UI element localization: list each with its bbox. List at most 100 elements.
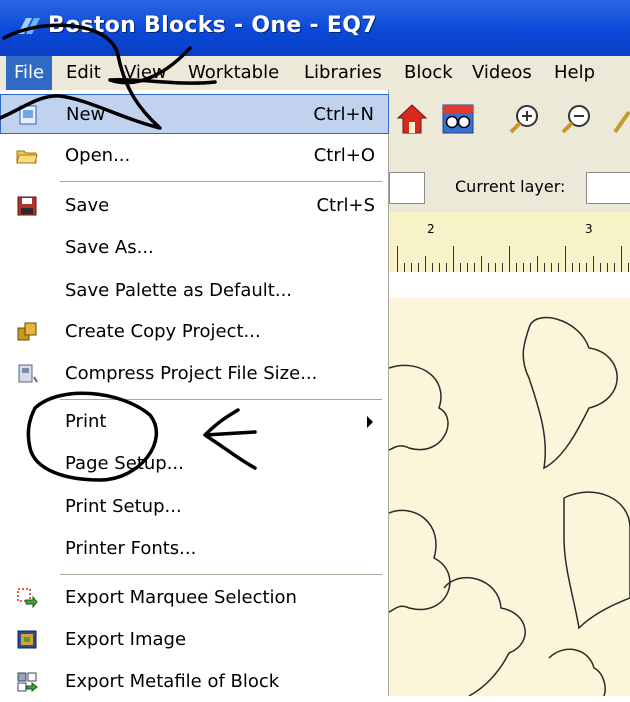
zoom-in-icon[interactable]: [507, 102, 541, 136]
heart-outline: [522, 317, 618, 470]
ruler-tick: [621, 246, 622, 272]
menu-worktable[interactable]: Worktable: [180, 56, 287, 90]
horizontal-ruler: 2 3: [389, 212, 630, 273]
menu-separator: [60, 181, 382, 182]
ruler-tick: [607, 263, 608, 272]
ruler-tick: [425, 256, 426, 272]
menu-edit[interactable]: Edit: [58, 56, 109, 90]
shortcut-label: Ctrl+N: [313, 104, 374, 125]
copy-project-icon: [17, 322, 37, 341]
toolbar: [389, 90, 630, 150]
menu-item-print[interactable]: Print: [0, 402, 389, 442]
menu-bar: File Edit View Worktable Libraries Block…: [0, 56, 630, 91]
ruler-tick: [565, 246, 566, 272]
export-image-icon: [17, 630, 37, 649]
ruler-tick: [502, 263, 503, 272]
viewer-glasses-icon[interactable]: [441, 102, 475, 136]
ruler-tick: [418, 263, 419, 272]
menu-item-create-copy-project[interactable]: Create Copy Project...: [0, 312, 389, 352]
menu-item-save-palette[interactable]: Save Palette as Default...: [0, 271, 389, 311]
app-logo-icon: [18, 18, 40, 34]
ruler-tick: [586, 263, 587, 272]
ruler-tick: [614, 263, 615, 272]
ruler-tick: [411, 263, 412, 272]
ruler-tick: [509, 246, 510, 272]
menu-item-export-metafile[interactable]: Export Metafile of Block: [0, 662, 389, 702]
menu-item-save-as[interactable]: Save As...: [0, 228, 389, 268]
layer-bar: Current layer:: [389, 150, 630, 212]
heart-outline: [548, 648, 606, 696]
export-metafile-icon: [17, 672, 38, 692]
menu-item-printer-fonts[interactable]: Printer Fonts...: [0, 529, 389, 569]
menu-item-save[interactable]: Save Ctrl+S: [0, 186, 389, 226]
menu-file[interactable]: File: [6, 56, 53, 90]
ruler-number: 2: [427, 222, 435, 236]
ruler-tick: [488, 263, 489, 272]
ruler-tick: [600, 263, 601, 272]
ruler-tick: [558, 263, 559, 272]
ruler-tick: [460, 263, 461, 272]
layer-value-field[interactable]: [389, 172, 425, 204]
menu-item-label: Export Marquee Selection: [65, 587, 297, 608]
block-worktable-canvas[interactable]: [389, 298, 630, 696]
menu-item-export-image[interactable]: Export Image: [0, 620, 389, 660]
ruler-tick: [474, 263, 475, 272]
compress-icon: [18, 364, 38, 383]
menu-item-compress-project[interactable]: Compress Project File Size...: [0, 354, 389, 394]
zoom-out-icon[interactable]: [559, 102, 593, 136]
current-layer-field[interactable]: [586, 172, 630, 204]
menu-item-new[interactable]: New Ctrl+N: [0, 94, 389, 134]
menu-item-print-setup[interactable]: Print Setup...: [0, 487, 389, 527]
ruler-tick: [579, 263, 580, 272]
shortcut-label: Ctrl+O: [313, 145, 375, 166]
menu-separator: [60, 399, 382, 400]
menu-item-label: New: [66, 104, 106, 125]
menu-item-label: Export Image: [65, 629, 187, 650]
shortcut-label: Ctrl+S: [316, 195, 375, 216]
submenu-arrow-icon: [367, 416, 373, 428]
menu-item-label: Save As...: [65, 237, 154, 258]
menu-item-page-setup[interactable]: Page Setup...: [0, 444, 389, 484]
menu-item-label: Page Setup...: [65, 453, 184, 474]
menu-view[interactable]: View: [116, 56, 175, 90]
heart-outline: [389, 509, 451, 613]
ruler-tick: [523, 263, 524, 272]
ruler-tick: [530, 263, 531, 272]
menu-item-label: Compress Project File Size...: [65, 363, 318, 384]
menu-libraries[interactable]: Libraries: [296, 56, 390, 90]
ruler-tick: [432, 263, 433, 272]
menu-item-label: Save Palette as Default...: [65, 280, 293, 301]
ruler-tick: [404, 263, 405, 272]
ruler-tick: [467, 263, 468, 272]
current-layer-label: Current layer:: [455, 177, 566, 196]
menu-block[interactable]: Block: [396, 56, 461, 90]
heart-outline: [563, 491, 630, 630]
menu-item-label: Printer Fonts...: [65, 538, 197, 559]
ruler-tick: [446, 263, 447, 272]
ruler-tick: [572, 263, 573, 272]
open-folder-icon: [16, 150, 38, 164]
menu-item-label: Create Copy Project...: [65, 321, 261, 342]
menu-item-label: Print Setup...: [65, 496, 182, 517]
menu-item-label: Open...: [65, 145, 131, 166]
heart-outline: [443, 577, 526, 696]
ruler-tick: [397, 246, 398, 272]
menu-videos[interactable]: Videos: [464, 56, 540, 90]
menu-help[interactable]: Help: [546, 56, 603, 90]
title-bar: Boston Blocks - One - EQ7: [0, 0, 630, 56]
heart-outline: [389, 364, 449, 451]
partial-tool-icon[interactable]: [611, 102, 630, 136]
home-house-icon[interactable]: [395, 102, 429, 136]
ruler-number: 3: [585, 222, 593, 236]
menu-item-open[interactable]: Open... Ctrl+O: [0, 136, 389, 176]
file-dropdown-menu: New Ctrl+N Open... Ctrl+O Save Ctrl+S Sa…: [0, 90, 389, 696]
ruler-strip: [389, 272, 630, 299]
ruler-tick: [628, 263, 629, 272]
ruler-tick: [439, 263, 440, 272]
menu-separator: [60, 574, 382, 575]
heart-pattern: [389, 317, 630, 696]
window-title: Boston Blocks - One - EQ7: [48, 13, 377, 38]
ruler-tick: [593, 256, 594, 272]
floppy-disk-icon: [17, 196, 37, 216]
menu-item-export-marquee[interactable]: Export Marquee Selection: [0, 578, 389, 618]
